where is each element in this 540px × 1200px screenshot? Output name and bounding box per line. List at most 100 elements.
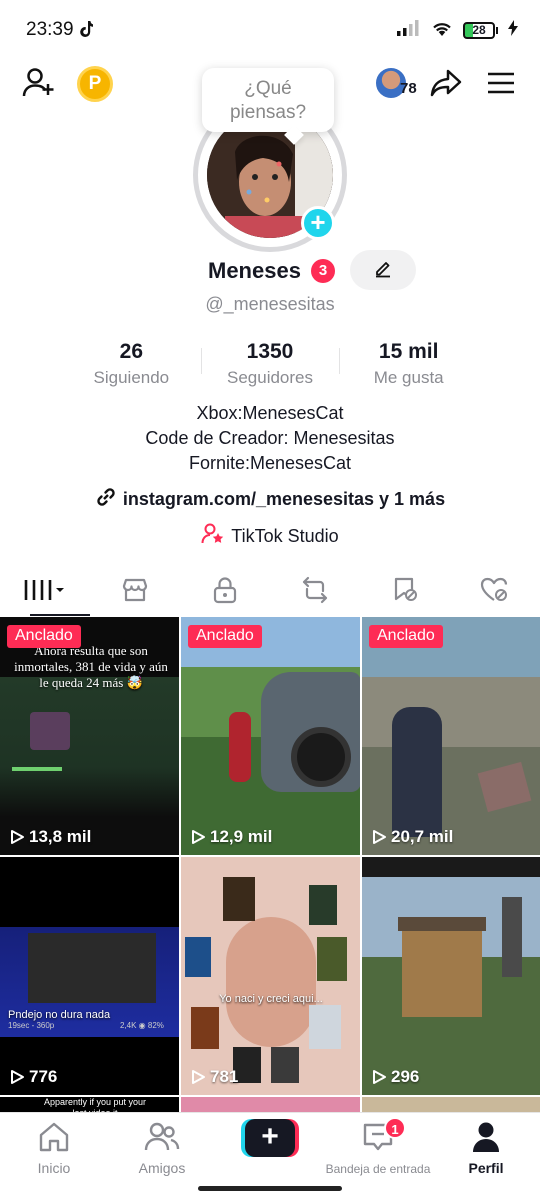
stat-followers[interactable]: 1350 Seguidores	[200, 340, 340, 388]
tab-videos[interactable]	[0, 568, 90, 616]
wheel	[291, 727, 351, 787]
video-meta: 19sec - 360p	[8, 1021, 55, 1030]
video-inner-frame	[28, 933, 156, 1003]
pinned-badge: Anclado	[7, 625, 81, 648]
view-count-value: 776	[29, 1067, 58, 1086]
add-story-button[interactable]: +	[301, 206, 335, 240]
view-count-value: 296	[391, 1067, 420, 1086]
profile-bio: Xbox:MenesesCat Code de Creador: Meneses…	[0, 401, 540, 476]
battery-level: 28	[472, 23, 486, 37]
shed-roof	[398, 917, 486, 931]
view-count: 13,8 mil	[9, 827, 91, 847]
nav-home[interactable]: Inicio	[0, 1121, 108, 1176]
tab-liked[interactable]	[450, 568, 540, 616]
notification-badge[interactable]: 3	[311, 259, 335, 283]
studio-label: TikTok Studio	[231, 526, 339, 546]
edit-profile-button[interactable]	[350, 250, 416, 290]
nav-friends[interactable]: Amigos	[108, 1121, 216, 1176]
nav-profile[interactable]: Perfil	[432, 1121, 540, 1176]
status-time: 23:39	[26, 19, 93, 43]
view-count: 296	[371, 1067, 419, 1087]
game-cover	[185, 937, 211, 977]
note-bubble[interactable]: ¿Qué piensas?	[202, 68, 334, 132]
tab-private[interactable]	[180, 568, 270, 616]
pinned-badge: Anclado	[369, 625, 443, 648]
bio-line: Xbox:MenesesCat	[196, 403, 344, 423]
character	[392, 707, 442, 837]
bookmark-hidden-icon	[391, 576, 419, 609]
tab-saved[interactable]	[360, 568, 450, 616]
home-indicator	[198, 1186, 342, 1191]
home-icon	[37, 1122, 71, 1157]
stat-likes[interactable]: 15 mil Me gusta	[339, 340, 478, 388]
profile-name: Meneses	[208, 258, 301, 283]
tower	[502, 897, 522, 977]
tab-shop[interactable]	[90, 568, 180, 616]
tab-reposts[interactable]	[270, 568, 360, 616]
video-thumbnail[interactable]: Anclado 12,9 mil	[181, 617, 360, 855]
nav-home-label: Inicio	[37, 1160, 71, 1176]
nav-friends-label: Amigos	[138, 1160, 186, 1176]
view-count: 12,9 mil	[190, 827, 272, 847]
block	[477, 761, 532, 813]
view-count-value: 13,8 mil	[29, 827, 92, 846]
name-row: Meneses 3	[0, 250, 540, 290]
studio-icon	[201, 523, 225, 550]
tiktok-studio-link[interactable]: TikTok Studio	[0, 523, 540, 550]
view-count-value: 12,9 mil	[210, 827, 273, 846]
video-thumbnail[interactable]: Ahora resulta que son inmortales, 381 de…	[0, 617, 179, 855]
status-bar: 23:39 28	[0, 0, 540, 56]
view-count: 781	[190, 1067, 238, 1087]
game-cover	[191, 1007, 219, 1049]
video-meta-stats: 2,4K ◉ 82%	[120, 1021, 164, 1030]
signal-icon	[397, 20, 421, 41]
profile-link[interactable]: instagram.com/_menesesitas y 1 más	[0, 486, 540, 513]
share-icon[interactable]	[429, 67, 463, 104]
friend-count: 78	[400, 80, 417, 97]
nav-create[interactable]: +	[216, 1119, 324, 1162]
video-thumbnail[interactable]: Pndejo no dura nada 19sec - 360p 2,4K ◉ …	[0, 857, 179, 1095]
status-icons: 28	[397, 20, 518, 41]
nav-profile-label: Perfil	[468, 1160, 504, 1176]
charging-icon	[508, 20, 518, 41]
play-icon	[11, 830, 24, 844]
plus-icon: +	[261, 1120, 279, 1153]
bio-line: Fornite:MenesesCat	[188, 453, 352, 473]
tiktok-logo-icon	[79, 21, 93, 43]
menu-icon[interactable]	[487, 71, 515, 100]
stat-label: Siguiendo	[93, 368, 170, 387]
add-friend-icon[interactable]	[22, 66, 56, 105]
note-text-line1: ¿Qué	[244, 78, 292, 99]
shop-icon	[121, 577, 149, 608]
video-caption: Yo naci y creci aqui...	[219, 993, 323, 1005]
video-thumbnail[interactable]: 296	[362, 857, 540, 1095]
view-count-value: 781	[210, 1067, 239, 1086]
view-count: 776	[9, 1067, 57, 1087]
play-icon	[192, 830, 205, 844]
wifi-icon	[431, 20, 453, 41]
coins-icon[interactable]: P	[77, 66, 113, 102]
stat-label: Seguidores	[227, 368, 314, 387]
profile-icon	[470, 1122, 502, 1157]
battery-icon: 28	[463, 22, 498, 39]
videos-grid-icon	[23, 578, 67, 607]
pencil-icon	[373, 258, 393, 283]
game-scene	[30, 712, 70, 750]
video-thumbnail[interactable]: Yo naci y creci aqui... 781	[181, 857, 360, 1095]
pinned-badge: Anclado	[188, 625, 262, 648]
lock-icon	[213, 576, 237, 609]
heart-hidden-icon	[480, 576, 510, 609]
game-cover	[271, 1047, 299, 1083]
clock: 23:39	[26, 19, 74, 40]
video-thumbnail[interactable]: Anclado 20,7 mil	[362, 617, 540, 855]
repost-icon	[300, 576, 330, 609]
game-cover	[317, 937, 347, 981]
inbox-badge: 1	[384, 1117, 406, 1139]
nav-inbox[interactable]: 1 Bandeja de entrada	[324, 1117, 432, 1176]
profile-handle: @_menesesitas	[205, 294, 335, 314]
stat-following[interactable]: 26 Siguiendo	[62, 340, 201, 388]
play-icon	[11, 1070, 24, 1084]
view-count-value: 20,7 mil	[391, 827, 454, 846]
game-cover	[309, 885, 337, 925]
link-text: instagram.com/_menesesitas y 1 más	[122, 489, 446, 509]
